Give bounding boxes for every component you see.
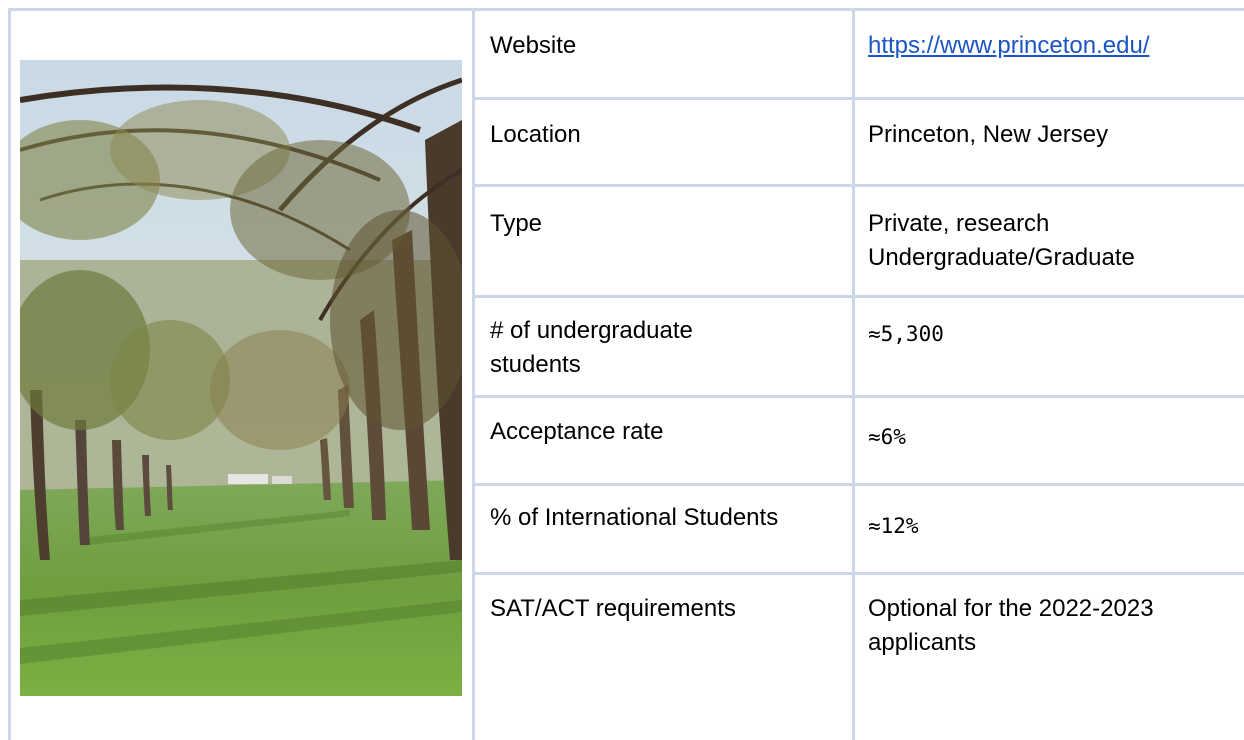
row-divider-1 [472, 97, 1244, 100]
sat-act-value-line-2: applicants [868, 629, 977, 656]
type-value-line-1: Private, research [868, 210, 1050, 237]
row-divider-3 [472, 295, 1244, 298]
international-students-value: ≈12% [868, 514, 919, 538]
column-divider-1 [472, 8, 475, 740]
type-value-line-2: Undergraduate/Graduate [868, 244, 1135, 271]
row-divider-5 [472, 483, 1244, 486]
location-label: Location [490, 121, 581, 148]
sat-act-value-line-1: Optional for the 2022-2023 [868, 595, 1154, 622]
acceptance-rate-value: ≈6% [868, 425, 906, 449]
acceptance-rate-label: Acceptance rate [490, 418, 664, 445]
website-label: Website [490, 32, 577, 59]
row-divider-4 [472, 395, 1244, 398]
sat-act-label: SAT/ACT requirements [490, 595, 736, 622]
undergrad-count-label-line-1: # of undergraduate [490, 317, 693, 344]
location-value: Princeton, New Jersey [868, 121, 1109, 148]
international-students-label: % of International Students [490, 504, 779, 531]
row-divider-6 [472, 572, 1244, 575]
table-border-left [8, 8, 11, 740]
table-border-top [8, 8, 1244, 11]
column-divider-2 [852, 8, 855, 740]
tree-lined-lawn-photo [20, 60, 462, 696]
website-link[interactable]: https://www.princeton.edu/ [868, 30, 1149, 62]
undergrad-count-label-line-2: students [490, 351, 581, 378]
row-divider-2 [472, 184, 1244, 187]
undergrad-count-value: ≈5,300 [868, 322, 944, 346]
type-label: Type [490, 210, 543, 237]
